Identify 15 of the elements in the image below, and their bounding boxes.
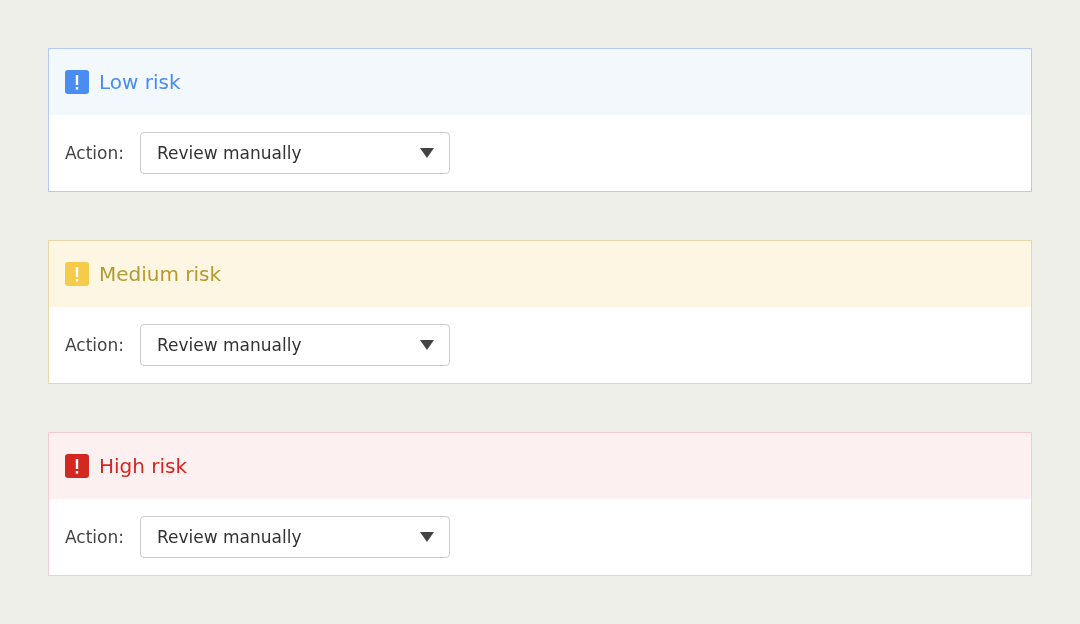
exclamation-icon	[65, 70, 89, 94]
caret-icon	[418, 531, 435, 543]
panel-title: Medium risk	[99, 262, 222, 286]
exclamation-icon	[65, 454, 89, 478]
action-dropdown[interactable]: Review manually	[139, 132, 450, 174]
action-label: Action:	[65, 527, 124, 547]
action-label: Action:	[65, 143, 124, 163]
panel-title: Low risk	[99, 70, 181, 94]
action-label: Action:	[65, 335, 124, 355]
panel-title: High risk	[99, 454, 188, 478]
caret-icon	[418, 147, 435, 159]
exclamation-icon	[65, 262, 89, 286]
action-dropdown[interactable]: Review manually	[139, 324, 450, 366]
caret-icon	[418, 339, 435, 351]
action-dropdown[interactable]: Review manually	[139, 516, 450, 558]
